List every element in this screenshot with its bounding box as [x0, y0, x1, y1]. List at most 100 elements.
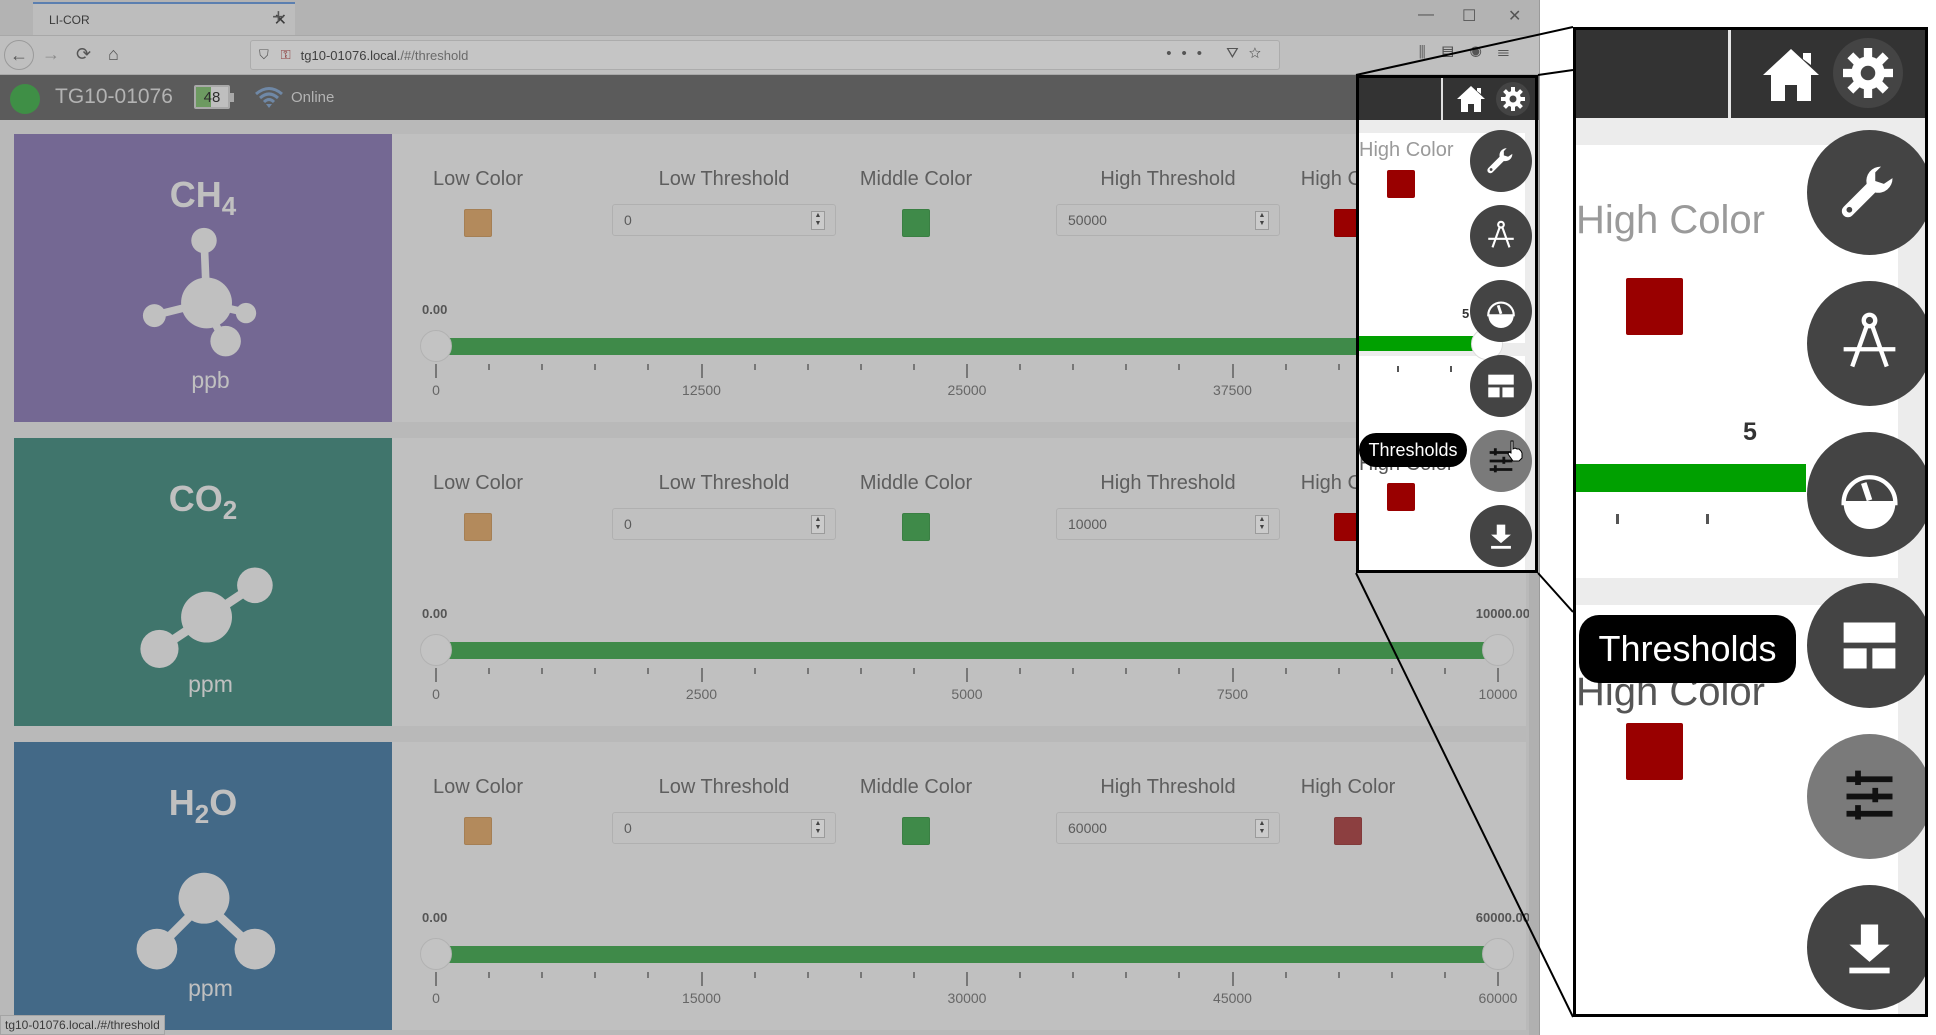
pocket-icon[interactable]: ⛛ [1226, 45, 1249, 62]
ch4-high-color-swatch[interactable] [1387, 170, 1415, 198]
url-path: /#/threshold [400, 47, 469, 63]
h2o-middle-color-swatch[interactable] [902, 817, 930, 845]
co2-high-threshold-input[interactable]: 10000 ▲ ▼ [1056, 508, 1280, 540]
minimize-icon[interactable]: — [1418, 6, 1434, 24]
wrench-button[interactable] [1470, 130, 1532, 192]
more-actions-icon[interactable]: ••• [1166, 45, 1212, 62]
slider-minor-tick [912, 364, 915, 370]
h2o-slider-track[interactable] [436, 946, 1498, 963]
slider-tick-label: 10000 [1478, 686, 1518, 702]
middle-color-label: Middle Color [859, 168, 973, 190]
slider-minor-tick [806, 668, 809, 674]
slider-minor-tick [647, 668, 650, 674]
co2-slider-max-handle[interactable] [1482, 634, 1514, 666]
ch4-range-slider[interactable]: 0.0050000.00012500250003750050000 [420, 302, 1530, 412]
menu-icon[interactable]: ☰ [1498, 44, 1525, 61]
magnified-callout: High Color 5 High Color Thresholds [1573, 27, 1928, 1017]
h2o-range-slider[interactable]: 0.00 60000.00 0 15000 30000 45000 60000 [420, 910, 1530, 1020]
home-browser-icon[interactable]: ⌂ [108, 44, 119, 65]
co2-low-threshold-input[interactable]: 0 ▲ ▼ [612, 508, 836, 540]
ch4-high-threshold-field: High Threshold 50000 ▲ ▼ [1056, 168, 1280, 236]
insecure-lock-icon[interactable]: ⚿ [281, 47, 291, 63]
ch4-slider-track[interactable] [436, 338, 1498, 355]
ch4-unit: ppb [191, 367, 230, 393]
slider-minor-tick [1019, 364, 1022, 370]
reader-view-icon[interactable]: ▤ [1442, 44, 1470, 61]
h2o-high-threshold-input[interactable]: 60000 ▲ ▼ [1056, 812, 1280, 844]
reload-icon[interactable]: ⟳ [76, 44, 91, 65]
settings-button[interactable] [1496, 82, 1530, 116]
h2o-high-color-swatch[interactable] [1334, 817, 1362, 845]
slider-major-tick [700, 364, 703, 378]
gauge-button[interactable] [1470, 280, 1532, 342]
slider-major-tick [1497, 972, 1499, 986]
library-icon[interactable]: ⫼ [1419, 44, 1442, 61]
spinner-icon[interactable]: ▲ ▼ [1255, 515, 1269, 534]
spinner-icon[interactable]: ▲ ▼ [1255, 211, 1269, 230]
slider-tick-label: 2500 [685, 686, 718, 702]
slider-minor-tick [1178, 972, 1181, 978]
slider-major-tick [1497, 668, 1499, 682]
highlighted-menu-region: High Color 5 High Color Thresholds [1356, 75, 1538, 573]
co2-tile: CO2 ppm [14, 438, 392, 726]
spinner-icon[interactable]: ▲ ▼ [811, 515, 825, 534]
co2-unit: ppm [188, 671, 233, 697]
co2-middle-color-swatch[interactable] [902, 513, 930, 541]
forward-icon[interactable]: → [42, 44, 60, 65]
zoom-home-icon [1763, 49, 1819, 101]
new-tab-icon[interactable]: + [272, 4, 285, 30]
shield-icon[interactable]: ⛉ [259, 47, 269, 63]
slider-minor-tick [912, 668, 915, 674]
h2o-low-threshold-input[interactable]: 0 ▲ ▼ [612, 812, 836, 844]
bookmark-star-icon[interactable]: ☆ [1249, 45, 1271, 62]
compass-button[interactable] [1470, 205, 1532, 267]
slider-tick-label: 0 [432, 686, 440, 702]
account-icon[interactable]: ◉ [1470, 44, 1498, 61]
h2o-middle-color-field: Middle Color [851, 776, 981, 845]
co2-slider-track[interactable] [436, 642, 1498, 659]
close-window-icon[interactable]: ✕ [1508, 6, 1521, 26]
slider-minor-tick [488, 364, 491, 370]
ch4-slider-track-partial[interactable] [1359, 336, 1484, 351]
slider-minor-tick [912, 972, 915, 978]
browser-tab[interactable]: LI-COR ✕ [33, 2, 295, 35]
input-value: 50000 [1068, 212, 1107, 228]
slider-minor-tick [1178, 668, 1181, 674]
spinner-icon[interactable]: ▲ ▼ [811, 211, 825, 230]
h2o-slider-min-handle[interactable] [420, 938, 452, 970]
spinner-icon[interactable]: ▲ ▼ [1255, 819, 1269, 838]
h2o-low-color-swatch[interactable] [464, 817, 492, 845]
home-icon[interactable] [1456, 85, 1486, 113]
url-bar[interactable]: ⛉ ⚿ tg10-01076.local./#/threshold ••• ⛛☆ [250, 40, 1280, 70]
zoom-layout-button [1807, 583, 1925, 708]
spinner-icon[interactable]: ▲ ▼ [811, 819, 825, 838]
slider-minor-tick [1443, 668, 1446, 674]
layout-button[interactable] [1470, 355, 1532, 417]
slider-minor-tick [1072, 668, 1075, 674]
co2-slider-min-handle[interactable] [420, 634, 452, 666]
slider-minor-tick [488, 972, 491, 978]
ch4-middle-color-swatch[interactable] [902, 209, 930, 237]
ch4-slider-min-handle[interactable] [420, 330, 452, 362]
formula-subscript: 2 [222, 495, 238, 525]
h2o-slider-max-handle[interactable] [1482, 938, 1514, 970]
co2-low-color-swatch[interactable] [464, 513, 492, 541]
co2-low-color-field: Low Color [423, 472, 533, 541]
maximize-icon[interactable]: ☐ [1462, 6, 1476, 26]
zoom-gauge-button [1807, 432, 1925, 557]
ch4-low-threshold-input[interactable]: 0 ▲ ▼ [612, 204, 836, 236]
slider-minor-tick [859, 668, 862, 674]
co2-range-slider[interactable]: 0.00 10000.00 0 2500 5000 7500 10000 [420, 606, 1530, 716]
co2-high-color-swatch[interactable] [1387, 483, 1415, 511]
input-value: 10000 [1068, 516, 1107, 532]
ch4-low-color-swatch[interactable] [464, 209, 492, 237]
slider-tick-label: 37500 [1213, 382, 1252, 398]
slider-minor-tick [594, 364, 597, 370]
back-icon[interactable]: ← [4, 40, 34, 70]
ch4-formula: CH4 [14, 174, 392, 222]
download-button[interactable] [1470, 505, 1532, 567]
input-value: 0 [624, 820, 632, 836]
co2-low-threshold-field: Low Threshold 0 ▲ ▼ [612, 472, 836, 540]
ch4-high-threshold-input[interactable]: 50000 ▲ ▼ [1056, 204, 1280, 236]
zoom-gear-icon [1843, 48, 1893, 98]
